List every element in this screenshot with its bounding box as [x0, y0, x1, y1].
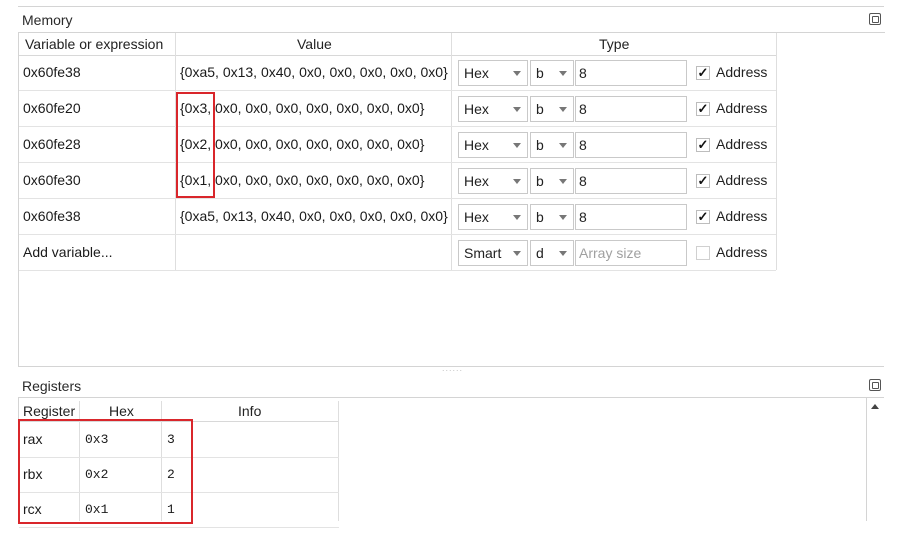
unit-dropdown[interactable]: b	[530, 204, 574, 230]
column-header-variable[interactable]: Variable or expression	[25, 33, 163, 55]
format-dropdown[interactable]: Hex	[458, 168, 528, 194]
column-header-type[interactable]: Type	[599, 33, 629, 55]
chevron-down-icon	[559, 71, 567, 76]
chevron-down-icon	[513, 215, 521, 220]
chevron-down-icon	[513, 251, 521, 256]
unit-dropdown[interactable]: b	[530, 60, 574, 86]
unit-dropdown[interactable]: b	[530, 168, 574, 194]
address-checkbox[interactable]: ✓	[696, 66, 710, 80]
chevron-down-icon	[513, 143, 521, 148]
memory-table: Variable or expression Value Type 0x60fe…	[18, 32, 885, 367]
memory-value: {0x1, 0x0, 0x0, 0x0, 0x0, 0x0, 0x0, 0x0}	[180, 172, 425, 188]
memory-table-header: Variable or expression Value Type	[19, 33, 776, 56]
memory-expression[interactable]: 0x60fe20	[23, 91, 81, 126]
memory-expression[interactable]: 0x60fe38	[23, 55, 81, 90]
memory-value: {0xa5, 0x13, 0x40, 0x0, 0x0, 0x0, 0x0, 0…	[180, 64, 448, 80]
registers-restore-icon[interactable]	[869, 379, 881, 391]
highlight-first-bytes	[176, 92, 215, 198]
unit-dropdown[interactable]: b	[530, 132, 574, 158]
memory-restore-icon[interactable]	[869, 13, 881, 25]
address-checkbox[interactable]: ✓	[696, 210, 710, 224]
add-variable-input[interactable]: Add variable...	[23, 235, 113, 270]
highlight-register-rows	[18, 419, 193, 524]
address-label: Address	[716, 208, 768, 224]
panel-splitter[interactable]: ......	[442, 363, 463, 373]
column-header-hex[interactable]: Hex	[109, 401, 134, 421]
checkmark-icon: ✓	[697, 101, 709, 116]
memory-expression[interactable]: 0x60fe28	[23, 127, 81, 162]
checkmark-icon: ✓	[697, 209, 709, 224]
address-checkbox[interactable]: ✓	[696, 138, 710, 152]
checkmark-icon: ✓	[697, 137, 709, 152]
memory-row[interactable]: 0x60fe20 {0x3, 0x0, 0x0, 0x0, 0x0, 0x0, …	[19, 91, 776, 127]
address-checkbox[interactable]: ✓	[696, 102, 710, 116]
memory-panel-title: Memory	[22, 12, 73, 28]
address-label: Address	[716, 64, 768, 80]
chevron-down-icon	[513, 179, 521, 184]
address-label: Address	[716, 172, 768, 188]
count-input[interactable]: 8	[575, 204, 687, 230]
add-variable-row[interactable]: Add variable... Smart d Array size Addre…	[19, 235, 776, 271]
count-input[interactable]: 8	[575, 60, 687, 86]
chevron-down-icon	[513, 71, 521, 76]
unit-dropdown[interactable]: b	[530, 96, 574, 122]
checkmark-icon: ✓	[697, 65, 709, 80]
chevron-down-icon	[559, 143, 567, 148]
checkmark-icon: ✓	[697, 173, 709, 188]
memory-expression[interactable]: 0x60fe30	[23, 163, 81, 198]
chevron-down-icon	[559, 251, 567, 256]
address-checkbox[interactable]	[696, 246, 710, 260]
memory-value: {0x2, 0x0, 0x0, 0x0, 0x0, 0x0, 0x0, 0x0}	[180, 136, 425, 152]
chevron-down-icon	[559, 179, 567, 184]
format-dropdown[interactable]: Hex	[458, 204, 528, 230]
column-header-register[interactable]: Register	[23, 401, 75, 421]
address-checkbox[interactable]: ✓	[696, 174, 710, 188]
registers-panel-title: Registers	[22, 378, 82, 394]
unit-dropdown[interactable]: d	[530, 240, 574, 266]
column-header-value[interactable]: Value	[297, 33, 332, 55]
array-size-input[interactable]: Array size	[575, 240, 687, 266]
memory-row[interactable]: 0x60fe38 {0xa5, 0x13, 0x40, 0x0, 0x0, 0x…	[19, 199, 776, 235]
address-label: Address	[716, 100, 768, 116]
address-label: Address	[716, 136, 768, 152]
format-dropdown[interactable]: Hex	[458, 132, 528, 158]
count-input[interactable]: 8	[575, 132, 687, 158]
memory-row[interactable]: 0x60fe38 {0xa5, 0x13, 0x40, 0x0, 0x0, 0x…	[19, 55, 776, 91]
address-label: Address	[716, 244, 768, 260]
count-input[interactable]: 8	[575, 168, 687, 194]
format-dropdown[interactable]: Smart	[458, 240, 528, 266]
column-header-info[interactable]: Info	[238, 401, 261, 421]
format-dropdown[interactable]: Hex	[458, 96, 528, 122]
memory-expression[interactable]: 0x60fe38	[23, 199, 81, 234]
chevron-down-icon	[513, 107, 521, 112]
memory-value: {0x3, 0x0, 0x0, 0x0, 0x0, 0x0, 0x0, 0x0}	[180, 100, 425, 116]
memory-row[interactable]: 0x60fe30 {0x1, 0x0, 0x0, 0x0, 0x0, 0x0, …	[19, 163, 776, 199]
count-input[interactable]: 8	[575, 96, 687, 122]
format-dropdown[interactable]: Hex	[458, 60, 528, 86]
scroll-up-arrow-icon[interactable]	[871, 404, 879, 409]
chevron-down-icon	[559, 107, 567, 112]
chevron-down-icon	[559, 215, 567, 220]
memory-row[interactable]: 0x60fe28 {0x2, 0x0, 0x0, 0x0, 0x0, 0x0, …	[19, 127, 776, 163]
memory-value: {0xa5, 0x13, 0x40, 0x0, 0x0, 0x0, 0x0, 0…	[180, 208, 448, 224]
